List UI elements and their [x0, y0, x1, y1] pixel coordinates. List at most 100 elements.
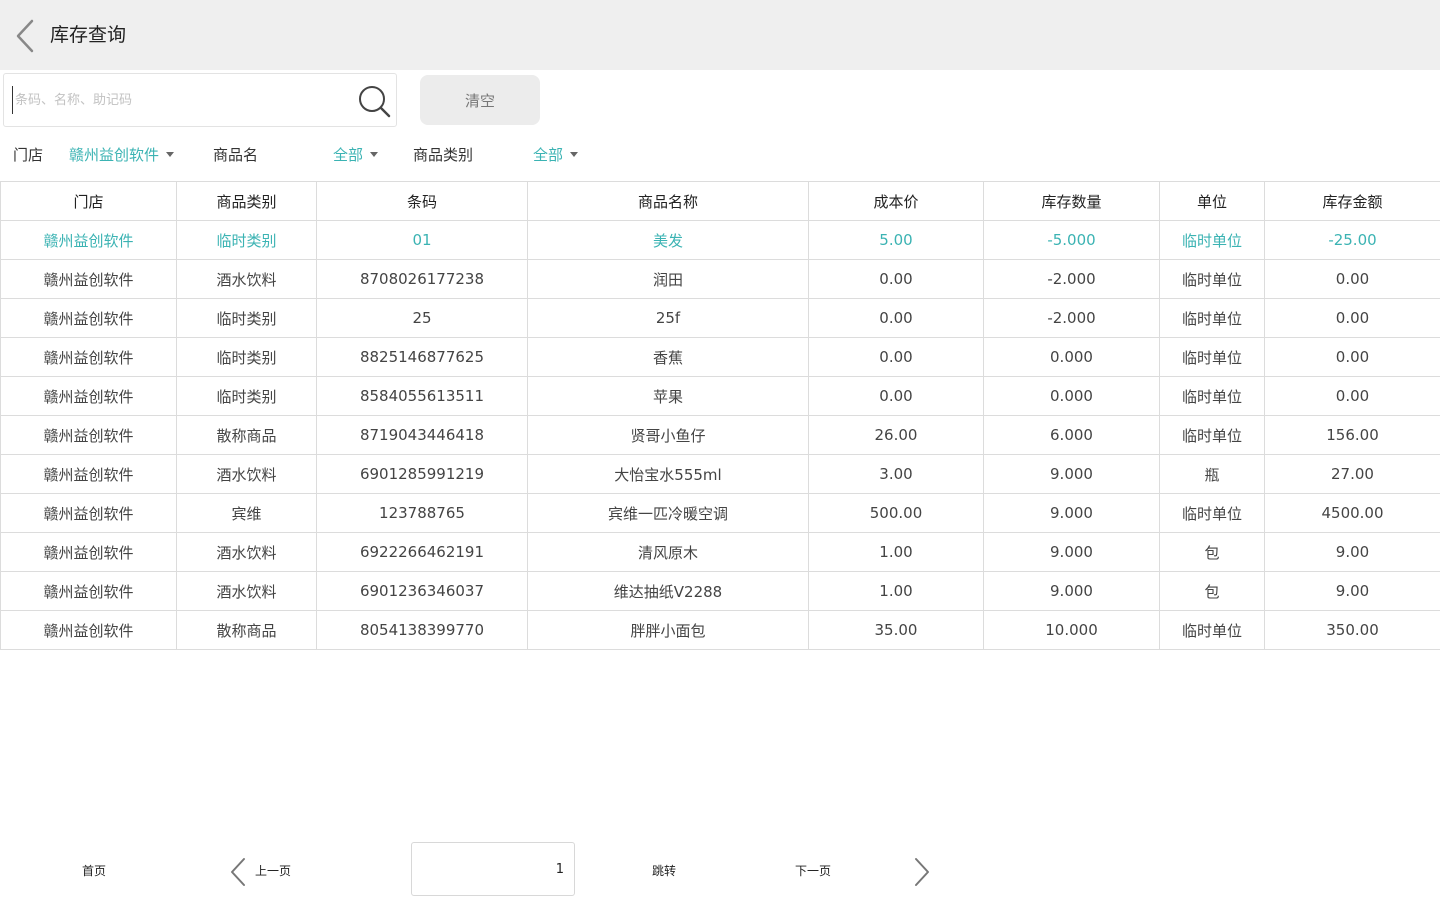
- next-page-link[interactable]: 下一页: [795, 862, 831, 879]
- cell-unit: 临时单位: [1159, 376, 1265, 416]
- category-filter-select[interactable]: 全部: [533, 144, 579, 165]
- cell-stock-amount: 9.00: [1264, 571, 1440, 611]
- cell-stock-qty: -2.000: [983, 298, 1160, 338]
- column-header-stock-qty[interactable]: 库存数量: [983, 181, 1160, 221]
- column-header-cost-price[interactable]: 成本价: [808, 181, 984, 221]
- cell-stock-amount: 0.00: [1264, 376, 1440, 416]
- cell-category: 散称商品: [176, 415, 317, 455]
- table-row[interactable]: 赣州益创软件 酒水饮料 6901236346037 维达抽纸V2288 1.00 9.00…: [0, 571, 1440, 611]
- cell-product-name: 润田: [527, 259, 809, 299]
- cell-category: 临时类别: [176, 376, 317, 416]
- product-name-filter-select[interactable]: 全部: [333, 144, 379, 165]
- cell-category: 酒水饮料: [176, 454, 317, 494]
- caret-down-icon: [370, 152, 379, 157]
- cell-cost-price: 500.00: [808, 493, 984, 533]
- table-row[interactable]: 赣州益创软件 临时类别 8825146877625 香蕉 0.00 0.000 临时单位 0.…: [0, 337, 1440, 377]
- prev-page-link[interactable]: 上一页: [255, 862, 291, 879]
- cell-category: 临时类别: [176, 337, 317, 377]
- table-row[interactable]: 赣州益创软件 宾维 123788765 宾维一匹冷暖空调 500.00 9.000 临时单位…: [0, 493, 1440, 533]
- cell-unit: 瓶: [1159, 454, 1265, 494]
- table-row[interactable]: 赣州益创软件 酒水饮料 6922266462191 清风原木 1.00 9.000 包 9.0…: [0, 532, 1440, 572]
- cell-product-name: 胖胖小面包: [527, 610, 809, 650]
- store-filter-label: 门店: [13, 146, 44, 164]
- cell-barcode: 8708026177238: [316, 259, 528, 299]
- cell-category: 临时类别: [176, 298, 317, 338]
- store-filter-select[interactable]: 赣州益创软件: [69, 144, 175, 165]
- cell-product-name: 苹果: [527, 376, 809, 416]
- cell-unit: 临时单位: [1159, 415, 1265, 455]
- jump-page-link[interactable]: 跳转: [652, 862, 676, 879]
- cell-unit: 包: [1159, 532, 1265, 572]
- table-row[interactable]: 赣州益创软件 酒水饮料 8708026177238 润田 0.00 -2.000 临时单位 0…: [0, 259, 1440, 299]
- cell-category: 散称商品: [176, 610, 317, 650]
- cell-product-name: 香蕉: [527, 337, 809, 377]
- cell-cost-price: 1.00: [808, 532, 984, 572]
- category-filter-label: 商品类别: [413, 146, 474, 164]
- cell-stock-amount: 27.00: [1264, 454, 1440, 494]
- cell-product-name: 25f: [527, 298, 809, 338]
- clear-button[interactable]: 清空: [420, 75, 540, 125]
- table-row[interactable]: 赣州益创软件 酒水饮料 6901285991219 大怡宝水555ml 3.00 9.00…: [0, 454, 1440, 494]
- cell-category: 宾维: [176, 493, 317, 533]
- store-filter-value: 赣州益创软件: [69, 146, 160, 164]
- cell-store: 赣州益创软件: [0, 376, 177, 416]
- back-button[interactable]: [10, 17, 44, 55]
- cell-barcode: 25: [316, 298, 528, 338]
- cell-cost-price: 0.00: [808, 259, 984, 299]
- column-header-stock-amount[interactable]: 库存金额: [1264, 181, 1440, 221]
- next-page-button[interactable]: [912, 856, 932, 891]
- table-header-row: 门店 商品类别 条码 商品名称 成本价 库存数量 单位 库存金额: [0, 181, 1440, 221]
- cell-stock-amount: 0.00: [1264, 337, 1440, 377]
- prev-page-button[interactable]: [228, 856, 248, 891]
- cell-stock-amount: 0.00: [1264, 298, 1440, 338]
- product-name-filter-value: 全部: [333, 146, 364, 164]
- cell-store: 赣州益创软件: [0, 610, 177, 650]
- chevron-left-icon: [231, 858, 245, 886]
- page-title: 库存查询: [50, 24, 127, 46]
- cell-barcode: 8719043446418: [316, 415, 528, 455]
- cell-barcode: 01: [316, 220, 528, 260]
- cell-product-name: 维达抽纸V2288: [527, 571, 809, 611]
- cell-store: 赣州益创软件: [0, 415, 177, 455]
- column-header-store[interactable]: 门店: [0, 181, 177, 221]
- column-header-unit[interactable]: 单位: [1159, 181, 1265, 221]
- cell-product-name: 大怡宝水555ml: [527, 454, 809, 494]
- cell-stock-amount: 0.00: [1264, 259, 1440, 299]
- table-row[interactable]: 赣州益创软件 临时类别 01 美发 5.00 -5.000 临时单位 -25.00: [0, 220, 1440, 260]
- table-row[interactable]: 赣州益创软件 散称商品 8054138399770 胖胖小面包 35.00 10.000 临…: [0, 610, 1440, 650]
- cell-stock-amount: -25.00: [1264, 220, 1440, 260]
- column-header-barcode[interactable]: 条码: [316, 181, 528, 221]
- table-body: 赣州益创软件 临时类别 01 美发 5.00 -5.000 临时单位 -25.00 赣州益创软件…: [0, 220, 1440, 650]
- cell-unit: 临时单位: [1159, 259, 1265, 299]
- cell-barcode: 6901285991219: [316, 454, 528, 494]
- search-icon: [359, 86, 391, 118]
- cell-unit: 临时单位: [1159, 610, 1265, 650]
- cell-store: 赣州益创软件: [0, 298, 177, 338]
- cell-stock-amount: 4500.00: [1264, 493, 1440, 533]
- cell-category: 酒水饮料: [176, 571, 317, 611]
- caret-down-icon: [570, 152, 579, 157]
- column-header-category[interactable]: 商品类别: [176, 181, 317, 221]
- cell-product-name: 贤哥小鱼仔: [527, 415, 809, 455]
- cell-cost-price: 26.00: [808, 415, 984, 455]
- cell-stock-qty: 9.000: [983, 493, 1160, 533]
- cell-unit: 临时单位: [1159, 298, 1265, 338]
- column-header-product-name[interactable]: 商品名称: [527, 181, 809, 221]
- cell-barcode: 8584055613511: [316, 376, 528, 416]
- table-row[interactable]: 赣州益创软件 临时类别 8584055613511 苹果 0.00 0.000 临时单位 0.…: [0, 376, 1440, 416]
- search-input[interactable]: [12, 86, 345, 114]
- cell-cost-price: 0.00: [808, 376, 984, 416]
- cell-category: 酒水饮料: [176, 259, 317, 299]
- cell-store: 赣州益创软件: [0, 220, 177, 260]
- top-bar: 库存查询: [0, 0, 1440, 70]
- table-row[interactable]: 赣州益创软件 临时类别 25 25f 0.00 -2.000 临时单位 0.00: [0, 298, 1440, 338]
- table-row[interactable]: 赣州益创软件 散称商品 8719043446418 贤哥小鱼仔 26.00 6.000 临时…: [0, 415, 1440, 455]
- page-number-input[interactable]: [411, 842, 575, 896]
- cell-stock-qty: -2.000: [983, 259, 1160, 299]
- search-button[interactable]: [356, 83, 392, 119]
- cell-product-name: 宾维一匹冷暖空调: [527, 493, 809, 533]
- cell-cost-price: 1.00: [808, 571, 984, 611]
- cell-stock-qty: 0.000: [983, 337, 1160, 377]
- category-filter-value: 全部: [533, 146, 564, 164]
- first-page-link[interactable]: 首页: [82, 862, 106, 879]
